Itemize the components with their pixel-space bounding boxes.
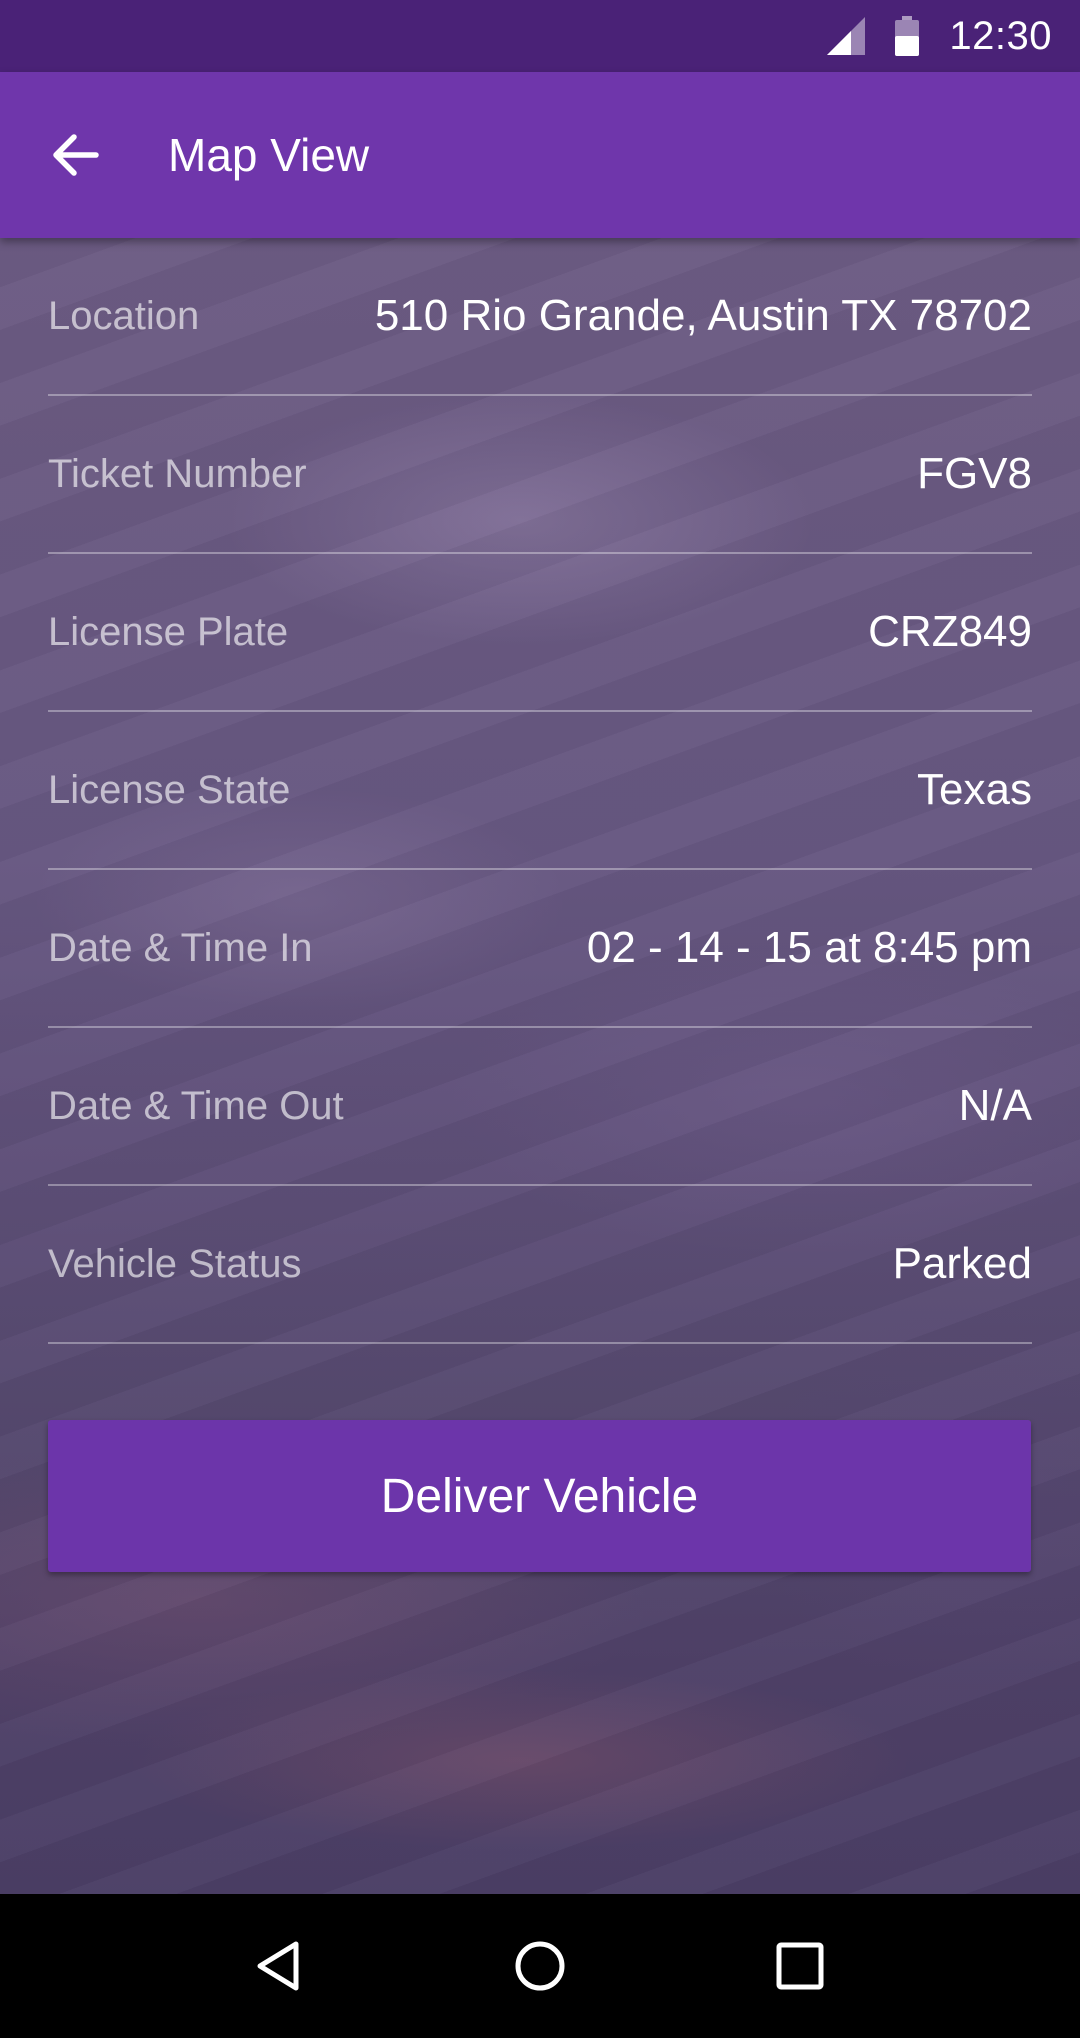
deliver-vehicle-button[interactable]: Deliver Vehicle xyxy=(48,1420,1031,1572)
detail-label: Vehicle Status xyxy=(48,1241,302,1286)
clock-time: 12:30 xyxy=(949,13,1052,58)
battery-icon xyxy=(895,16,920,56)
screen: 12:30 Map View Location 510 Rio Grande, … xyxy=(0,0,1080,2038)
detail-value: N/A xyxy=(958,1081,1032,1130)
vehicle-details-list: Location 510 Rio Grande, Austin TX 78702… xyxy=(48,238,1032,1344)
detail-label: Ticket Number xyxy=(48,451,307,496)
detail-value: Parked xyxy=(892,1239,1032,1288)
detail-row-date-time-in: Date & Time In 02 - 14 - 15 at 8:45 pm xyxy=(48,870,1032,1028)
nav-recents-button[interactable] xyxy=(760,1926,840,2006)
detail-row-date-time-out: Date & Time Out N/A xyxy=(48,1028,1032,1186)
detail-label: Date & Time Out xyxy=(48,1083,344,1128)
arrow-back-icon xyxy=(53,134,99,176)
home-circle-icon xyxy=(515,1941,565,1991)
detail-label: Location xyxy=(48,293,200,338)
detail-row-location: Location 510 Rio Grande, Austin TX 78702 xyxy=(48,238,1032,396)
back-triangle-icon xyxy=(257,1941,299,1991)
detail-row-license-state: License State Texas xyxy=(48,712,1032,870)
detail-value: Texas xyxy=(917,765,1032,814)
status-bar: 12:30 xyxy=(0,0,1080,72)
detail-row-ticket-number: Ticket Number FGV8 xyxy=(48,396,1032,554)
signal-icon xyxy=(827,17,866,55)
nav-home-button[interactable] xyxy=(500,1926,580,2006)
detail-value: FGV8 xyxy=(917,449,1032,498)
detail-row-vehicle-status: Vehicle Status Parked xyxy=(48,1186,1032,1344)
detail-value: CRZ849 xyxy=(868,607,1032,656)
system-nav-bar xyxy=(0,1894,1080,2038)
detail-value: 02 - 14 - 15 at 8:45 pm xyxy=(586,923,1032,972)
page-title: Map View xyxy=(168,129,370,181)
detail-value: 510 Rio Grande, Austin TX 78702 xyxy=(374,291,1032,340)
nav-back-button[interactable] xyxy=(240,1926,320,2006)
detail-label: License Plate xyxy=(48,609,289,654)
back-button[interactable] xyxy=(44,125,104,185)
recents-square-icon xyxy=(776,1942,824,1990)
detail-label: Date & Time In xyxy=(48,925,313,970)
detail-label: License State xyxy=(48,767,291,812)
app-bar: Map View xyxy=(0,72,1080,238)
detail-row-license-plate: License Plate CRZ849 xyxy=(48,554,1032,712)
